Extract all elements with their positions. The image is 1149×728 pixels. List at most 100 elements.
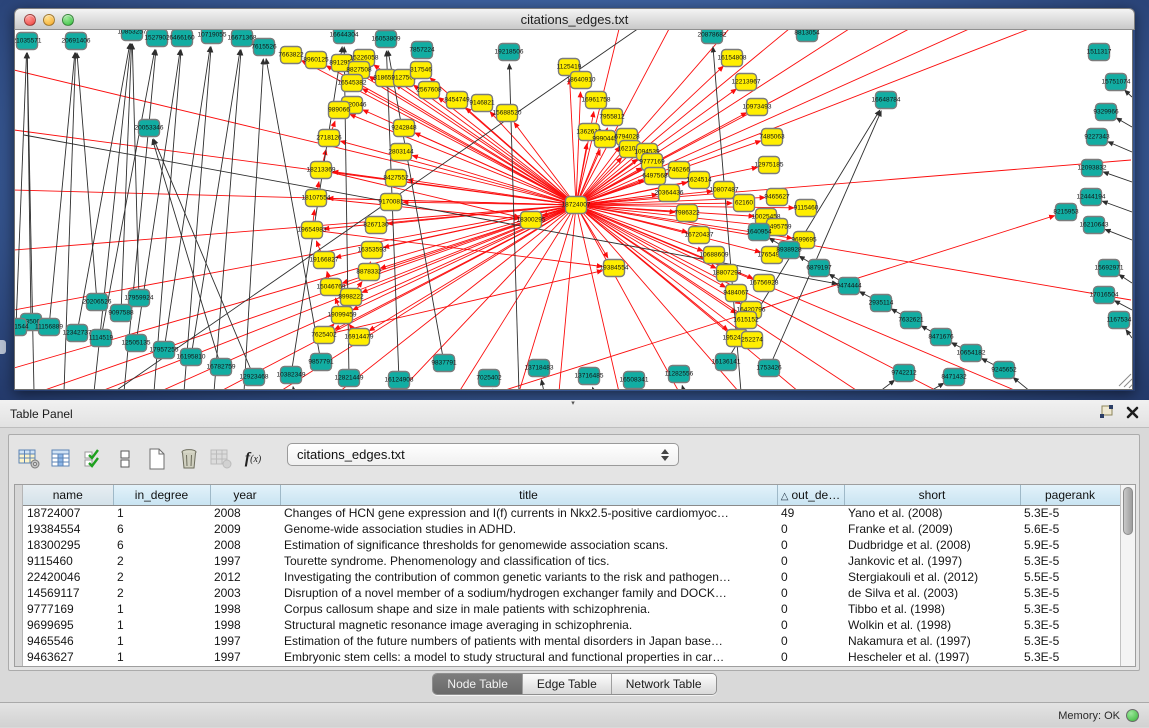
table-cell[interactable]: 22420046	[23, 569, 113, 585]
graph-edge[interactable]	[1126, 330, 1132, 338]
column-header-name[interactable]: name	[23, 485, 113, 505]
graph-edge[interactable]	[164, 47, 210, 350]
table-cell[interactable]: 2012	[210, 569, 280, 585]
column-header-year[interactable]: year	[210, 485, 280, 505]
scrollbar-thumb[interactable]	[1123, 487, 1133, 535]
graph-edge[interactable]	[184, 47, 211, 390]
table-cell[interactable]: Disruption of a novel member of a sodium…	[280, 585, 777, 601]
graph-edge[interactable]	[1102, 201, 1132, 212]
column-header-short[interactable]: short	[844, 485, 1020, 505]
table-cell[interactable]: 6	[113, 537, 210, 553]
column-header-out_de[interactable]: △out_de…	[777, 485, 844, 505]
graph-edge[interactable]	[1013, 378, 1031, 390]
table-cell[interactable]: 0	[777, 633, 844, 649]
resize-grip-icon[interactable]	[1119, 374, 1133, 388]
table-cell[interactable]: 2	[113, 569, 210, 585]
table-cell[interactable]: 2	[113, 585, 210, 601]
table-cell[interactable]: Tibbo et al. (1998)	[844, 601, 1020, 617]
table-cell[interactable]: 2	[113, 553, 210, 569]
graph-edge[interactable]	[769, 111, 881, 368]
function-builder-icon[interactable]: f(x)	[237, 444, 269, 474]
table-cell[interactable]: Structural magnetic resonance image aver…	[280, 617, 777, 633]
table-row[interactable]: 1830029562008Estimation of significance …	[23, 537, 1120, 553]
table-cell[interactable]: 1	[113, 617, 210, 633]
graph-edge[interactable]	[1116, 118, 1132, 127]
table-cell[interactable]: 1998	[210, 617, 280, 633]
table-row[interactable]: 1456911722003Disruption of a novel membe…	[23, 585, 1120, 601]
table-cell[interactable]: 5.5E-5	[1020, 569, 1120, 585]
column-visibility-icon[interactable]	[45, 444, 77, 474]
import-table-icon[interactable]	[205, 444, 237, 474]
table-row[interactable]: 977716911998Corpus callosum shape and si…	[23, 601, 1120, 617]
tab-edge-table[interactable]: Edge Table	[523, 674, 612, 694]
table-cell[interactable]: Estimation of the future numbers of pati…	[280, 633, 777, 649]
table-cell[interactable]: Yano et al. (2008)	[844, 505, 1020, 521]
graph-edge[interactable]	[1125, 90, 1132, 97]
table-cell[interactable]: Jankovic et al. (1997)	[844, 553, 1020, 569]
table-cell[interactable]: 1997	[210, 633, 280, 649]
table-row[interactable]: 2242004622012Investigating the contribut…	[23, 569, 1120, 585]
table-row[interactable]: 969969511998Structural magnetic resonanc…	[23, 617, 1120, 633]
table-cell[interactable]: 1997	[210, 649, 280, 665]
table-cell[interactable]: 1	[113, 649, 210, 665]
graph-edge[interactable]	[879, 380, 894, 390]
table-cell[interactable]: 5.3E-5	[1020, 505, 1120, 521]
table-cell[interactable]: 0	[777, 537, 844, 553]
table-cell[interactable]: 0	[777, 601, 844, 617]
table-cell[interactable]: Dudbridge et al. (2008)	[844, 537, 1020, 553]
graph-edge[interactable]	[27, 53, 34, 390]
table-cell[interactable]: 1997	[210, 553, 280, 569]
graph-edge[interactable]	[341, 141, 576, 205]
table-settings-icon[interactable]	[13, 444, 45, 474]
close-panel-icon[interactable]	[1126, 406, 1139, 424]
table-row[interactable]: 1938455462009Genome-wide association stu…	[23, 521, 1120, 537]
column-header-title[interactable]: title	[280, 485, 777, 505]
graph-edge[interactable]	[214, 50, 241, 390]
table-cell[interactable]: 5.3E-5	[1020, 617, 1120, 633]
float-panel-icon[interactable]	[1099, 405, 1114, 424]
table-cell[interactable]: 5.3E-5	[1020, 585, 1120, 601]
left-collapse-handle[interactable]	[0, 340, 6, 354]
table-cell[interactable]: 9777169	[23, 601, 113, 617]
table-cell[interactable]: 0	[777, 521, 844, 537]
select-all-icon[interactable]	[77, 444, 109, 474]
table-cell[interactable]: Changes of HCN gene expression and I(f) …	[280, 505, 777, 521]
graph-edge[interactable]	[293, 387, 294, 390]
column-header-in_degree[interactable]: in_degree	[113, 485, 210, 505]
table-row[interactable]: 1872400712008Changes of HCN gene express…	[23, 505, 1120, 521]
table-cell[interactable]: 5.3E-5	[1020, 649, 1120, 665]
table-cell[interactable]: 0	[777, 585, 844, 601]
delete-table-icon[interactable]	[173, 444, 205, 474]
table-cell[interactable]: 6	[113, 521, 210, 537]
graph-edge[interactable]	[593, 387, 594, 390]
row-options-icon[interactable]	[109, 444, 141, 474]
table-cell[interactable]: 1998	[210, 601, 280, 617]
graph-edge[interactable]	[570, 79, 576, 205]
table-cell[interactable]: 18300295	[23, 537, 113, 553]
splitter-handle-icon[interactable]: ▾	[568, 401, 578, 407]
table-cell[interactable]: 9699695	[23, 617, 113, 633]
tab-node-table[interactable]: Node Table	[433, 674, 523, 694]
network-graph[interactable]: 1872400776638228960125891295415226058882…	[15, 30, 1133, 390]
table-cell[interactable]: 0	[777, 617, 844, 633]
graph-edge[interactable]	[266, 59, 321, 362]
graph-edge[interactable]	[244, 59, 263, 390]
table-cell[interactable]: Investigating the contribution of common…	[280, 569, 777, 585]
new-table-icon[interactable]	[141, 444, 173, 474]
table-cell[interactable]: 9115460	[23, 553, 113, 569]
table-cell[interactable]: Franke et al. (2009)	[844, 521, 1020, 537]
table-row[interactable]: 946554611997Estimation of the future num…	[23, 633, 1120, 649]
graph-edge[interactable]	[1115, 301, 1132, 310]
table-cell[interactable]: 9465546	[23, 633, 113, 649]
network-window[interactable]: citations_edges.txt 18724007766382289601…	[14, 8, 1135, 391]
table-cell[interactable]: 18724007	[23, 505, 113, 521]
table-cell[interactable]: 9463627	[23, 649, 113, 665]
table-cell[interactable]: 49	[777, 505, 844, 521]
graph-edge[interactable]	[291, 47, 342, 375]
network-canvas[interactable]: 1872400776638228960125891295415226058882…	[14, 30, 1133, 390]
table-cell[interactable]: 2009	[210, 521, 280, 537]
graph-edge[interactable]	[1108, 142, 1132, 152]
table-row[interactable]: 911546021997Tourette syndrome. Phenomeno…	[23, 553, 1120, 569]
table-cell[interactable]: de Silva et al. (2003)	[844, 585, 1020, 601]
graph-edge[interactable]	[929, 383, 944, 390]
